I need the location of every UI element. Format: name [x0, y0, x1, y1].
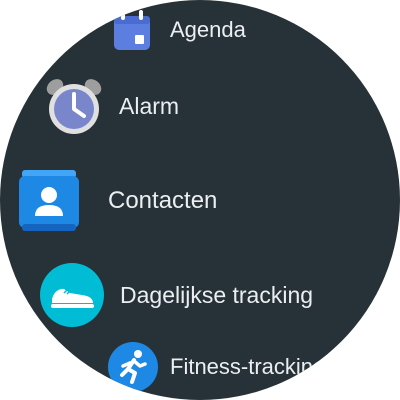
watch-face: Agenda Alarm Contacten Dagelijkse tracki…: [0, 0, 400, 400]
alarm-clock-icon: [44, 76, 104, 136]
sneaker-icon: [40, 263, 104, 327]
app-item-alarm[interactable]: Alarm: [44, 76, 179, 136]
app-label-alarm: Alarm: [119, 92, 180, 119]
app-label-fitness-tracking: Fitness-tracking: [170, 354, 326, 379]
runner-icon: [108, 342, 158, 392]
app-label-contacts: Contacten: [108, 187, 218, 214]
contacts-icon: [16, 168, 82, 234]
app-item-fitness-tracking[interactable]: Fitness-tracking: [108, 342, 325, 392]
app-item-contacts[interactable]: Contacten: [16, 168, 217, 234]
app-label-agenda: Agenda: [170, 17, 246, 42]
app-item-agenda[interactable]: Agenda: [110, 8, 246, 52]
calendar-icon: [110, 8, 154, 52]
app-item-daily-tracking[interactable]: Dagelijkse tracking: [40, 263, 313, 327]
app-label-daily-tracking: Dagelijkse tracking: [120, 281, 314, 308]
